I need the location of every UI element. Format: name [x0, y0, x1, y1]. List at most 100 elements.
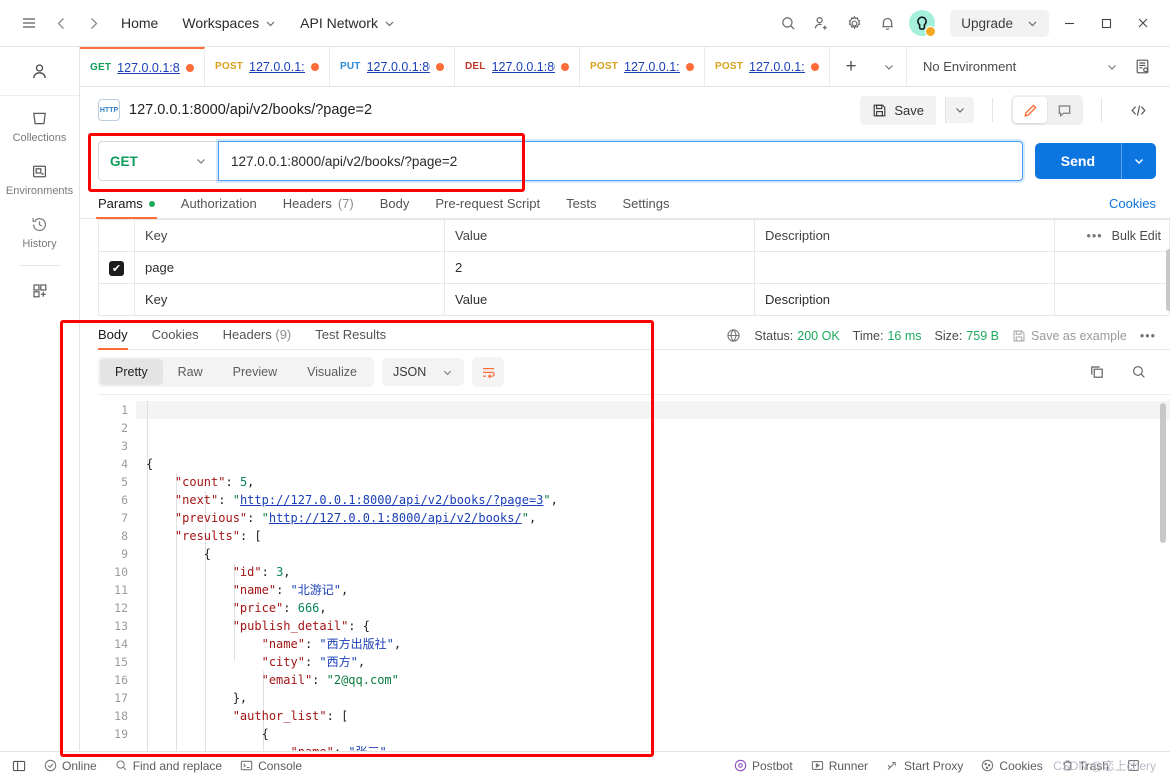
- row-description[interactable]: [754, 251, 1055, 284]
- nav-api-network[interactable]: API Network: [289, 10, 406, 36]
- tab-pre-request-script[interactable]: Pre-request Script: [435, 196, 540, 218]
- tab-body[interactable]: Body: [380, 196, 410, 218]
- user-plus-icon[interactable]: [806, 8, 836, 38]
- find-and-replace-button[interactable]: Find and replace: [115, 759, 222, 773]
- response-language-selector[interactable]: JSON: [381, 358, 465, 386]
- window-maximize-button[interactable]: [1089, 8, 1123, 38]
- request-tab[interactable]: POST 127.0.0.1:800(: [580, 47, 705, 86]
- code-icon[interactable]: [1120, 103, 1156, 118]
- request-tab[interactable]: GET 127.0.0.1:800(: [80, 47, 205, 86]
- tab-params[interactable]: Params: [96, 196, 157, 219]
- tab-settings[interactable]: Settings: [622, 196, 669, 218]
- search-icon[interactable]: [773, 8, 803, 38]
- nav-workspaces[interactable]: Workspaces: [171, 10, 287, 36]
- code-token: :: [334, 745, 348, 751]
- url-input-value: 127.0.0.1:8000/api/v2/books/?page=2: [231, 153, 458, 169]
- request-tab[interactable]: DEL 127.0.0.1:800(: [455, 47, 580, 86]
- copy-icon[interactable]: [1080, 357, 1114, 387]
- cookies-button[interactable]: Cookies: [981, 759, 1043, 773]
- save-button[interactable]: Save: [860, 95, 936, 125]
- upgrade-button[interactable]: Upgrade: [950, 9, 1049, 37]
- statusbar: Online Find and replace Console Postbot: [0, 751, 1170, 779]
- runner-button[interactable]: Runner: [811, 759, 868, 773]
- placeholder-value[interactable]: Value: [444, 283, 755, 316]
- save-as-example-button[interactable]: Save as example: [1012, 329, 1127, 343]
- chevron-down-icon[interactable]: [872, 47, 906, 86]
- trash-label: Trash: [1078, 758, 1109, 773]
- more-options-icon[interactable]: •••: [1087, 229, 1103, 243]
- code-link[interactable]: http://127.0.0.1:8000/api/v2/books/: [269, 511, 522, 525]
- new-tab-button[interactable]: +: [830, 47, 872, 86]
- http-method-selector[interactable]: GET: [98, 141, 218, 181]
- postbot-button[interactable]: Postbot: [734, 759, 793, 773]
- request-tab[interactable]: POST 127.0.0.1:800(: [205, 47, 330, 86]
- sidebar-add-module-button[interactable]: [0, 268, 79, 305]
- sidebar-user-button[interactable]: [0, 53, 79, 96]
- start-proxy-button[interactable]: Start Proxy: [886, 759, 963, 773]
- request-tab[interactable]: PUT 127.0.0.1:800(: [330, 47, 455, 86]
- console-button[interactable]: Console: [240, 759, 302, 773]
- history-icon: [30, 215, 49, 234]
- expand-pane-button[interactable]: [1127, 759, 1140, 772]
- row-key[interactable]: page: [134, 251, 445, 284]
- search-icon[interactable]: [1122, 357, 1156, 387]
- arrow-right-icon[interactable]: [78, 8, 108, 38]
- placeholder-key[interactable]: Key: [134, 283, 445, 316]
- request-tab[interactable]: POST 127.0.0.1:800(: [705, 47, 830, 86]
- environment-quick-look-icon[interactable]: [1124, 58, 1160, 75]
- tab-response-body[interactable]: Body: [98, 327, 128, 350]
- placeholder-description[interactable]: Description: [754, 283, 1055, 316]
- format-preview-button[interactable]: Preview: [218, 359, 292, 385]
- tab-headers[interactable]: Headers (7): [283, 196, 354, 218]
- url-input[interactable]: 127.0.0.1:8000/api/v2/books/?page=2: [218, 141, 1023, 181]
- tab-tests[interactable]: Tests: [566, 196, 596, 218]
- response-more-options-icon[interactable]: •••: [1140, 329, 1156, 343]
- pencil-icon[interactable]: [1013, 97, 1047, 123]
- tab-authorization[interactable]: Authorization: [181, 196, 257, 218]
- nav-workspaces-label: Workspaces: [182, 15, 260, 31]
- tab-test-results[interactable]: Test Results: [315, 327, 386, 349]
- wrap-lines-icon[interactable]: [472, 357, 505, 387]
- code-link[interactable]: http://127.0.0.1:8000/api/v2/books/?page…: [240, 493, 543, 507]
- request-cookies-link[interactable]: Cookies: [1109, 196, 1156, 218]
- online-status[interactable]: Online: [44, 759, 97, 773]
- save-options-button[interactable]: [945, 97, 974, 123]
- sidebar-item-history[interactable]: History: [0, 202, 79, 255]
- send-options-button[interactable]: [1121, 143, 1156, 179]
- response-code[interactable]: { "count": 5, "next": "http://127.0.0.1:…: [136, 395, 1170, 751]
- menu-icon[interactable]: [14, 8, 44, 38]
- new-module-icon: [30, 281, 49, 300]
- response-scrollbar[interactable]: [1160, 403, 1166, 543]
- gear-icon[interactable]: [839, 8, 869, 38]
- sidebar-item-environments[interactable]: Environments: [0, 149, 79, 202]
- window-minimize-button[interactable]: [1052, 8, 1086, 38]
- bulk-edit-button[interactable]: Bulk Edit: [1112, 229, 1161, 243]
- sidebar-toggle-icon[interactable]: [12, 759, 26, 773]
- format-raw-button[interactable]: Raw: [163, 359, 218, 385]
- environment-selector[interactable]: No Environment: [917, 59, 1124, 74]
- tab-response-cookies[interactable]: Cookies: [152, 327, 199, 349]
- send-button[interactable]: Send: [1035, 143, 1121, 179]
- code-line: "next": "http://127.0.0.1:8000/api/v2/bo…: [146, 491, 1170, 509]
- arrow-left-icon[interactable]: [46, 8, 76, 38]
- row-value[interactable]: 2: [444, 251, 755, 284]
- row-checkbox-cell[interactable]: ✔: [98, 251, 135, 284]
- sidebar-item-collections[interactable]: Collections: [0, 96, 79, 149]
- nav-home[interactable]: Home: [110, 10, 169, 36]
- params-scrollbar[interactable]: [1166, 249, 1170, 311]
- placeholder-checkbox-cell[interactable]: [98, 283, 135, 316]
- trash-button[interactable]: Trash: [1061, 759, 1109, 773]
- format-visualize-button[interactable]: Visualize: [292, 359, 372, 385]
- window-close-button[interactable]: [1126, 8, 1160, 38]
- response-body-viewer[interactable]: 1 2 3 4 5 6 7 8 9 10 11 12 13 14 15 16 17 18 19 { "count":…: [98, 394, 1170, 751]
- format-pretty-button[interactable]: Pretty: [100, 359, 163, 385]
- row-checkbox[interactable]: ✔: [109, 260, 124, 276]
- chevron-down-icon: [1106, 61, 1118, 73]
- code-token: {: [203, 547, 212, 561]
- tab-response-headers[interactable]: Headers (9): [223, 327, 292, 349]
- bell-icon[interactable]: [872, 8, 902, 38]
- comment-icon[interactable]: [1047, 97, 1081, 123]
- table-row-placeholder: Key Value Description: [98, 283, 1170, 316]
- avatar[interactable]: [909, 10, 937, 37]
- line-number: 14: [114, 637, 128, 651]
